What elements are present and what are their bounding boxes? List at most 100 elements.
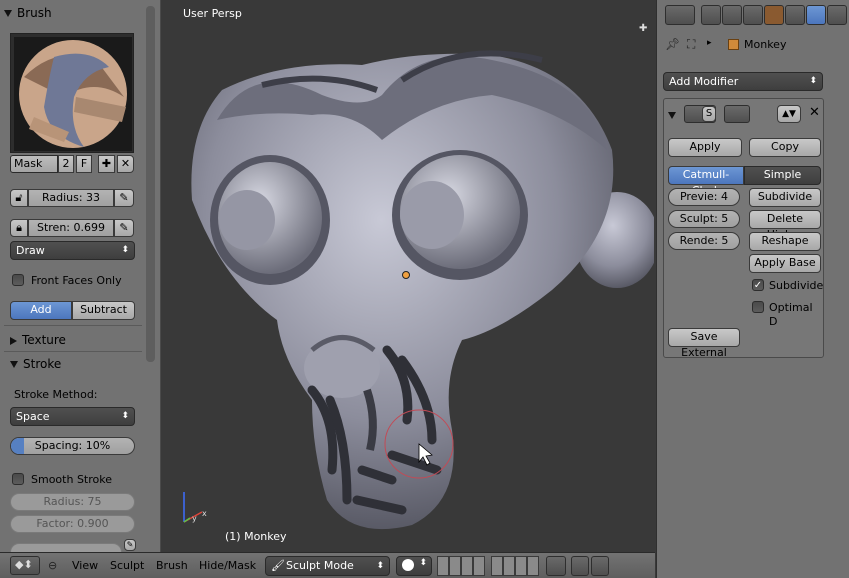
collapse-arrow-icon (4, 10, 12, 17)
object-tab-icon[interactable] (764, 5, 784, 25)
lock-radius-icon[interactable]: 🔓︎ (10, 189, 28, 207)
catmull-clark-button[interactable]: Catmull-Clark (668, 166, 744, 197)
front-faces-checkbox[interactable] (12, 274, 24, 286)
render-animation-icon[interactable] (591, 556, 609, 576)
stroke-method-dropdown[interactable]: Space ⬍ (10, 407, 135, 426)
mode-value: Sculpt Mode (286, 559, 354, 572)
properties-editor: 📌︎ ⛶ ▸ Monkey Add Modifier ⬍ S ▲▼ ✕ Appl… (656, 0, 849, 578)
lock-strength-icon[interactable]: 🔒︎ (10, 219, 28, 237)
unlink-brush-icon[interactable]: ✕ (117, 155, 134, 173)
render-tab-icon[interactable] (701, 5, 721, 25)
optimal-display-checkbox[interactable] (752, 301, 764, 313)
render-visibility-icon[interactable] (724, 105, 750, 123)
pressure-strength-icon[interactable]: ✎ (114, 219, 134, 237)
simple-button[interactable]: Simple (744, 166, 821, 185)
lock-camera-icon[interactable] (546, 556, 566, 576)
delete-higher-button[interactable]: Delete Higher (749, 210, 821, 241)
layer-buttons-2[interactable] (491, 556, 539, 576)
pin-icon[interactable]: 📌︎ (665, 37, 680, 51)
sculpt-levels-field[interactable]: Sculpt: 5 (668, 210, 740, 228)
reshape-button[interactable]: Reshape (749, 232, 821, 251)
subdivide-uvs-label: Subdivide (769, 279, 824, 292)
context-tabs (701, 4, 849, 26)
viewport-shading-dropdown[interactable]: ⬍ (396, 556, 432, 576)
subsurf-modifier-panel: S ▲▼ ✕ Apply Copy Catmull-Clark Simple P… (663, 98, 824, 359)
spacing-value: Spacing: 10% (34, 439, 111, 452)
updown-arrows-icon: ⬍ (121, 411, 129, 421)
updown-arrows-icon: ⬍ (121, 245, 129, 255)
brush-users-count[interactable]: 2 (58, 155, 74, 173)
tool-shelf-scrollbar[interactable] (146, 6, 155, 362)
brush-preview[interactable] (10, 33, 134, 153)
spacing-slider[interactable]: Spacing: 10% (10, 437, 135, 455)
save-external-button[interactable]: Save External (668, 328, 740, 359)
world-tab-icon[interactable] (743, 5, 763, 25)
3d-viewport[interactable]: User Persp ✚ y x (1) Monkey (162, 0, 654, 552)
hide-mask-menu[interactable]: Hide/Mask (199, 558, 256, 574)
remove-modifier-icon[interactable]: ✕ (809, 105, 820, 120)
modifiers-tab-icon[interactable] (806, 5, 826, 25)
cut-off-slider[interactable] (10, 543, 122, 552)
editor-type-icon[interactable] (665, 5, 695, 25)
radius-slider[interactable]: Radius: 33 (28, 189, 114, 207)
apply-base-button[interactable]: Apply Base (749, 254, 821, 273)
add-modifier-dropdown[interactable]: Add Modifier ⬍ (663, 72, 823, 91)
editor-type-icon[interactable]: ◆⬍ (10, 556, 40, 575)
brush-type-value: Draw (16, 244, 45, 257)
pressure-radius-icon[interactable]: ✎ (114, 189, 134, 207)
mode-dropdown[interactable]: 🖌︎ Sculpt Mode ⬍ (265, 556, 390, 576)
modifier-name-field[interactable]: S (702, 106, 716, 122)
breadcrumb-arrow-icon: ▸ (707, 38, 712, 48)
object-name: Monkey (744, 38, 787, 51)
pressure-icon[interactable]: ✎ (124, 539, 136, 551)
subtract-direction-button[interactable]: Subtract (72, 301, 135, 320)
apply-button[interactable]: Apply (668, 138, 742, 157)
object-cube-icon (728, 39, 739, 50)
smooth-stroke-label: Smooth Stroke (31, 473, 112, 486)
front-faces-label: Front Faces Only (31, 274, 122, 287)
move-updown-icon[interactable]: ▲▼ (777, 105, 801, 123)
spacing-fill (11, 438, 24, 454)
data-tab-icon[interactable] (827, 5, 847, 25)
smooth-factor-slider[interactable]: Factor: 0.900 (10, 515, 135, 533)
tool-shelf: Brush Mask 2 F ✚ ✕ 🔓︎ Radius: 33 ✎ 🔒︎ St… (0, 0, 161, 552)
brush-name-field[interactable]: Mask (10, 155, 58, 173)
svg-text:y: y (192, 514, 197, 523)
preview-levels-field[interactable]: Previe: 4 (668, 188, 740, 206)
add-direction-button[interactable]: Add (10, 301, 72, 320)
scene-tab-icon[interactable] (722, 5, 742, 25)
divider (4, 325, 142, 326)
brush-texture-thumbnail (14, 37, 132, 151)
smooth-radius-slider[interactable]: Radius: 75 (10, 493, 135, 511)
subdivide-uvs-checkbox[interactable]: ✓ (752, 279, 764, 291)
render-still-icon[interactable] (571, 556, 589, 576)
render-levels-field[interactable]: Rende: 5 (668, 232, 740, 250)
updown-arrows-icon: ⬍ (809, 76, 817, 86)
collapse-arrow-icon (10, 361, 18, 368)
stroke-header-label: Stroke (23, 357, 62, 371)
add-brush-icon[interactable]: ✚ (98, 155, 115, 173)
brush-menu[interactable]: Brush (156, 558, 188, 574)
constraints-tab-icon[interactable] (785, 5, 805, 25)
svg-text:x: x (202, 509, 207, 518)
object-data-icon: ⛶ (687, 37, 696, 51)
sculpt-menu[interactable]: Sculpt (110, 558, 144, 574)
brush-mode-icon: 🖌︎ (271, 559, 285, 572)
add-modifier-label: Add Modifier (669, 75, 739, 88)
brush-panel-header[interactable]: Brush (0, 2, 145, 24)
layer-buttons-1[interactable] (437, 556, 485, 576)
updown-arrows-icon: ⬍ (419, 558, 427, 568)
smooth-stroke-checkbox[interactable] (12, 473, 24, 485)
view-menu[interactable]: View (72, 558, 98, 574)
collapse-menu-icon[interactable]: ⊖ (48, 559, 57, 572)
collapse-arrow-icon[interactable] (668, 108, 681, 121)
copy-button[interactable]: Copy (749, 138, 821, 157)
texture-header-label: Texture (22, 333, 66, 347)
texture-panel-header[interactable]: Texture (6, 329, 144, 351)
fake-user-button[interactable]: F (76, 155, 92, 173)
viewport-header: ◆⬍ ⊖ View Sculpt Brush Hide/Mask 🖌︎ Scul… (0, 552, 655, 578)
subdivide-button[interactable]: Subdivide (749, 188, 821, 207)
strength-slider[interactable]: Stren: 0.699 (28, 219, 114, 237)
brush-type-dropdown[interactable]: Draw ⬍ (10, 241, 135, 260)
stroke-panel-header[interactable]: Stroke (6, 353, 144, 375)
